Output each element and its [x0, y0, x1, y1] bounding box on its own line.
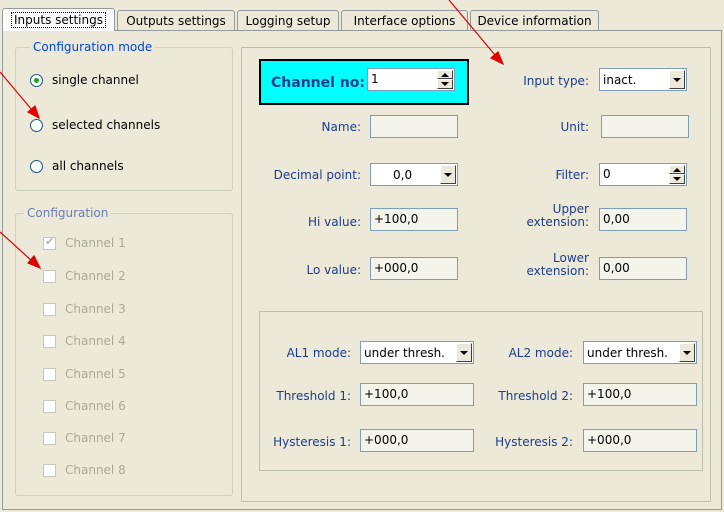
lower-extension-label-line1: Lower [553, 251, 589, 265]
tab-label: Inputs settings [11, 12, 106, 28]
channel-number-value: 1 [371, 72, 379, 86]
upper-extension-label: Upper extension: [511, 203, 589, 229]
checkbox-label-channel-1: Channel 1 [65, 236, 126, 250]
input-type-value: inact. [603, 73, 637, 87]
configuration-group: Configuration [15, 206, 233, 496]
checkbox-channel-3[interactable] [43, 303, 56, 316]
radio-label-all-channels: all channels [52, 159, 124, 173]
lo-value-value: +000,0 [374, 261, 419, 275]
hi-value-value: +100,0 [374, 212, 419, 226]
radio-label-single-channel: single channel [52, 73, 139, 87]
checkbox-channel-5[interactable] [43, 368, 56, 381]
checkbox-label-channel-8: Channel 8 [65, 463, 126, 477]
configuration-mode-title: Configuration mode [30, 40, 156, 54]
checkbox-channel-7[interactable] [43, 432, 56, 445]
tab-strip: Inputs settings Outputs settings Logging… [0, 0, 724, 31]
chevron-down-icon[interactable] [456, 343, 472, 362]
decimal-point-select[interactable]: 0,0 [370, 163, 458, 186]
lower-extension-label-line2: extension: [526, 264, 589, 278]
hi-value-label: Hi value: [308, 215, 361, 229]
checkbox-channel-8[interactable] [43, 464, 56, 477]
radio-label-selected-channels: selected channels [52, 118, 161, 132]
checkbox-label-channel-6: Channel 6 [65, 399, 126, 413]
filter-value: 0 [603, 167, 611, 181]
hysteresis-1-value: +000,0 [364, 433, 409, 447]
upper-extension-label-line2: extension: [526, 215, 589, 229]
hysteresis-1-label: Hysteresis 1: [273, 435, 351, 449]
tab-label: Device information [477, 13, 592, 28]
checkmark-icon: ✔ [45, 235, 55, 248]
checkbox-label-channel-3: Channel 3 [65, 302, 126, 316]
threshold-1-label: Threshold 1: [276, 389, 351, 403]
upper-extension-value: 0,00 [603, 212, 630, 226]
chevron-down-icon[interactable] [440, 165, 456, 184]
hysteresis-2-field[interactable]: +000,0 [583, 429, 697, 452]
checkbox-label-channel-7: Channel 7 [65, 431, 126, 445]
hysteresis-2-value: +000,0 [587, 433, 632, 447]
unit-field[interactable] [601, 115, 689, 138]
input-type-label: Input type: [523, 74, 589, 88]
threshold-1-value: +100,0 [364, 387, 409, 401]
tab-logging-setup[interactable]: Logging setup [237, 10, 339, 30]
checkbox-channel-1[interactable]: ✔ [43, 235, 56, 250]
filter-label: Filter: [555, 168, 589, 182]
unit-label: Unit: [560, 120, 589, 134]
tab-device-information[interactable]: Device information [470, 10, 599, 30]
spin-up-icon[interactable] [437, 70, 453, 79]
lo-value-field[interactable]: +000,0 [370, 257, 458, 280]
checkbox-label-channel-4: Channel 4 [65, 334, 126, 348]
threshold-2-label: Threshold 2: [498, 389, 573, 403]
radio-single-channel[interactable] [30, 74, 43, 87]
lower-extension-value: 0,00 [603, 261, 630, 275]
spinner-buttons[interactable] [669, 165, 685, 184]
hi-value-field[interactable]: +100,0 [370, 208, 458, 231]
name-label: Name: [321, 120, 361, 134]
tab-label: Interface options [353, 13, 456, 28]
spin-down-icon[interactable] [669, 174, 685, 184]
checkbox-channel-2[interactable] [43, 270, 56, 283]
al1-mode-select[interactable]: under thresh. [360, 341, 474, 364]
tab-outputs-settings[interactable]: Outputs settings [117, 10, 235, 30]
configuration-title: Configuration [24, 206, 112, 220]
lower-extension-field[interactable]: 0,00 [599, 257, 687, 280]
lo-value-label: Lo value: [306, 263, 361, 277]
radio-all-channels[interactable] [30, 160, 43, 173]
al1-mode-label: AL1 mode: [286, 346, 351, 360]
upper-extension-field[interactable]: 0,00 [599, 208, 687, 231]
upper-extension-label-line1: Upper [552, 202, 589, 216]
al2-mode-label: AL2 mode: [508, 346, 573, 360]
spinner-buttons[interactable] [437, 70, 453, 89]
filter-spinner[interactable]: 0 [599, 163, 687, 186]
tab-interface-options[interactable]: Interface options [341, 10, 468, 30]
spin-down-icon[interactable] [437, 79, 453, 89]
tab-label: Logging setup [245, 13, 331, 28]
channel-number-spinner[interactable]: 1 [367, 68, 455, 91]
chevron-down-icon[interactable] [669, 70, 685, 89]
checkbox-channel-4[interactable] [43, 335, 56, 348]
tab-label: Outputs settings [126, 13, 226, 28]
spin-up-icon[interactable] [669, 165, 685, 174]
checkbox-label-channel-2: Channel 2 [65, 269, 126, 283]
tab-inputs-settings[interactable]: Inputs settings [2, 8, 115, 31]
threshold-1-field[interactable]: +100,0 [360, 383, 474, 406]
radio-selected-channels[interactable] [30, 119, 43, 132]
al2-mode-value: under thresh. [587, 346, 668, 360]
hysteresis-2-label: Hysteresis 2: [495, 435, 573, 449]
name-field[interactable] [370, 115, 458, 138]
threshold-2-field[interactable]: +100,0 [583, 383, 697, 406]
al1-mode-value: under thresh. [364, 346, 445, 360]
threshold-2-value: +100,0 [587, 387, 632, 401]
channel-number-label: Channel no: [271, 75, 365, 91]
decimal-point-label: Decimal point: [273, 168, 361, 182]
chevron-down-icon[interactable] [679, 343, 695, 362]
lower-extension-label: Lower extension: [511, 252, 589, 278]
input-type-select[interactable]: inact. [599, 68, 687, 91]
hysteresis-1-field[interactable]: +000,0 [360, 429, 474, 452]
al2-mode-select[interactable]: under thresh. [583, 341, 697, 364]
decimal-point-value: 0,0 [393, 168, 413, 182]
checkbox-label-channel-5: Channel 5 [65, 367, 126, 381]
tab-panel: Configuration mode single channel select… [2, 30, 722, 510]
checkbox-channel-6[interactable] [43, 400, 56, 413]
